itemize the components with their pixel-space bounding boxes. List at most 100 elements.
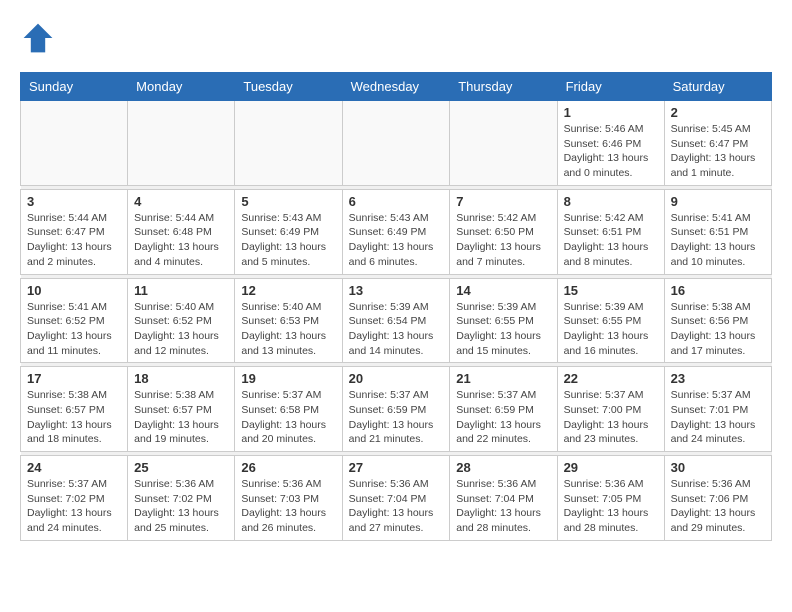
day-number: 20: [349, 371, 444, 386]
calendar-cell: 23 Sunrise: 5:37 AM Sunset: 7:01 PM Dayli…: [664, 367, 771, 452]
day-info: Sunrise: 5:36 AM Sunset: 7:02 PM Dayligh…: [134, 477, 228, 536]
day-number: 10: [27, 283, 121, 298]
day-info: Sunrise: 5:39 AM Sunset: 6:54 PM Dayligh…: [349, 300, 444, 359]
weekday-header: Wednesday: [342, 73, 450, 101]
calendar-cell: [342, 101, 450, 186]
day-number: 8: [564, 194, 658, 209]
calendar-cell: 10 Sunrise: 5:41 AM Sunset: 6:52 PM Dayli…: [21, 278, 128, 363]
day-number: 9: [671, 194, 765, 209]
day-info: Sunrise: 5:44 AM Sunset: 6:47 PM Dayligh…: [27, 211, 121, 270]
day-number: 30: [671, 460, 765, 475]
day-number: 26: [241, 460, 335, 475]
day-info: Sunrise: 5:38 AM Sunset: 6:57 PM Dayligh…: [27, 388, 121, 447]
day-number: 25: [134, 460, 228, 475]
day-info: Sunrise: 5:39 AM Sunset: 6:55 PM Dayligh…: [564, 300, 658, 359]
calendar-cell: 13 Sunrise: 5:39 AM Sunset: 6:54 PM Dayli…: [342, 278, 450, 363]
calendar-cell: 5 Sunrise: 5:43 AM Sunset: 6:49 PM Daylig…: [235, 189, 342, 274]
calendar-cell: 29 Sunrise: 5:36 AM Sunset: 7:05 PM Dayli…: [557, 456, 664, 541]
day-info: Sunrise: 5:40 AM Sunset: 6:53 PM Dayligh…: [241, 300, 335, 359]
day-info: Sunrise: 5:36 AM Sunset: 7:03 PM Dayligh…: [241, 477, 335, 536]
day-info: Sunrise: 5:46 AM Sunset: 6:46 PM Dayligh…: [564, 122, 658, 181]
day-info: Sunrise: 5:41 AM Sunset: 6:52 PM Dayligh…: [27, 300, 121, 359]
calendar-cell: 11 Sunrise: 5:40 AM Sunset: 6:52 PM Dayli…: [128, 278, 235, 363]
calendar-week-row: 3 Sunrise: 5:44 AM Sunset: 6:47 PM Daylig…: [21, 189, 772, 274]
calendar-cell: 21Sunrise: 5:37 AM Sunset: 6:59 PM Dayli…: [450, 367, 557, 452]
calendar-cell: 18 Sunrise: 5:38 AM Sunset: 6:57 PM Dayli…: [128, 367, 235, 452]
calendar-cell: 30 Sunrise: 5:36 AM Sunset: 7:06 PM Dayli…: [664, 456, 771, 541]
day-number: 22: [564, 371, 658, 386]
day-number: 11: [134, 283, 228, 298]
day-info: Sunrise: 5:38 AM Sunset: 6:57 PM Dayligh…: [134, 388, 228, 447]
calendar-cell: 16Sunrise: 5:38 AM Sunset: 6:56 PM Dayli…: [664, 278, 771, 363]
calendar-cell: 28Sunrise: 5:36 AM Sunset: 7:04 PM Dayli…: [450, 456, 557, 541]
day-number: 3: [27, 194, 121, 209]
day-info: Sunrise: 5:37 AM Sunset: 6:59 PM Dayligh…: [349, 388, 444, 447]
day-info: Sunrise: 5:43 AM Sunset: 6:49 PM Dayligh…: [349, 211, 444, 270]
day-info: Sunrise: 5:39 AM Sunset: 6:55 PM Dayligh…: [456, 300, 550, 359]
calendar-cell: 25 Sunrise: 5:36 AM Sunset: 7:02 PM Dayli…: [128, 456, 235, 541]
day-number: 5: [241, 194, 335, 209]
day-info: Sunrise: 5:37 AM Sunset: 7:01 PM Dayligh…: [671, 388, 765, 447]
logo: [20, 20, 62, 56]
day-number: 12: [241, 283, 335, 298]
day-number: 23: [671, 371, 765, 386]
day-info: Sunrise: 5:42 AM Sunset: 6:51 PM Dayligh…: [564, 211, 658, 270]
day-info: Sunrise: 5:41 AM Sunset: 6:51 PM Dayligh…: [671, 211, 765, 270]
logo-icon: [20, 20, 56, 56]
weekday-header: Thursday: [450, 73, 557, 101]
day-number: 28: [456, 460, 550, 475]
page-header: [20, 20, 772, 56]
calendar-cell: 20 Sunrise: 5:37 AM Sunset: 6:59 PM Dayli…: [342, 367, 450, 452]
calendar-cell: 3 Sunrise: 5:44 AM Sunset: 6:47 PM Daylig…: [21, 189, 128, 274]
calendar-cell: 27Sunrise: 5:36 AM Sunset: 7:04 PM Dayli…: [342, 456, 450, 541]
day-number: 6: [349, 194, 444, 209]
calendar-cell: [450, 101, 557, 186]
weekday-header: Tuesday: [235, 73, 342, 101]
day-info: Sunrise: 5:36 AM Sunset: 7:05 PM Dayligh…: [564, 477, 658, 536]
day-info: Sunrise: 5:43 AM Sunset: 6:49 PM Dayligh…: [241, 211, 335, 270]
day-number: 29: [564, 460, 658, 475]
day-number: 15: [564, 283, 658, 298]
calendar-week-row: 1 Sunrise: 5:46 AM Sunset: 6:46 PM Daylig…: [21, 101, 772, 186]
day-number: 4: [134, 194, 228, 209]
day-info: Sunrise: 5:36 AM Sunset: 7:06 PM Dayligh…: [671, 477, 765, 536]
day-info: Sunrise: 5:37 AM Sunset: 7:02 PM Dayligh…: [27, 477, 121, 536]
calendar-cell: 4 Sunrise: 5:44 AM Sunset: 6:48 PM Daylig…: [128, 189, 235, 274]
day-info: Sunrise: 5:40 AM Sunset: 6:52 PM Dayligh…: [134, 300, 228, 359]
calendar-cell: 2 Sunrise: 5:45 AM Sunset: 6:47 PM Daylig…: [664, 101, 771, 186]
calendar-cell: 17 Sunrise: 5:38 AM Sunset: 6:57 PM Dayli…: [21, 367, 128, 452]
day-number: 2: [671, 105, 765, 120]
calendar-cell: 6 Sunrise: 5:43 AM Sunset: 6:49 PM Daylig…: [342, 189, 450, 274]
weekday-header: Monday: [128, 73, 235, 101]
day-number: 7: [456, 194, 550, 209]
day-info: Sunrise: 5:44 AM Sunset: 6:48 PM Dayligh…: [134, 211, 228, 270]
calendar-table: SundayMondayTuesdayWednesdayThursdayFrid…: [20, 72, 772, 541]
day-number: 27: [349, 460, 444, 475]
day-number: 14: [456, 283, 550, 298]
calendar-cell: 22Sunrise: 5:37 AM Sunset: 7:00 PM Dayli…: [557, 367, 664, 452]
day-number: 1: [564, 105, 658, 120]
day-number: 18: [134, 371, 228, 386]
calendar-header-row: SundayMondayTuesdayWednesdayThursdayFrid…: [21, 73, 772, 101]
day-number: 19: [241, 371, 335, 386]
day-info: Sunrise: 5:37 AM Sunset: 6:58 PM Dayligh…: [241, 388, 335, 447]
calendar-cell: 14 Sunrise: 5:39 AM Sunset: 6:55 PM Dayli…: [450, 278, 557, 363]
day-info: Sunrise: 5:45 AM Sunset: 6:47 PM Dayligh…: [671, 122, 765, 181]
calendar-cell: [128, 101, 235, 186]
calendar-cell: 12 Sunrise: 5:40 AM Sunset: 6:53 PM Dayli…: [235, 278, 342, 363]
calendar-cell: 7 Sunrise: 5:42 AM Sunset: 6:50 PM Daylig…: [450, 189, 557, 274]
calendar-cell: 1 Sunrise: 5:46 AM Sunset: 6:46 PM Daylig…: [557, 101, 664, 186]
calendar-cell: 26 Sunrise: 5:36 AM Sunset: 7:03 PM Dayli…: [235, 456, 342, 541]
weekday-header: Sunday: [21, 73, 128, 101]
calendar-week-row: 24 Sunrise: 5:37 AM Sunset: 7:02 PM Dayli…: [21, 456, 772, 541]
calendar-cell: 24 Sunrise: 5:37 AM Sunset: 7:02 PM Dayli…: [21, 456, 128, 541]
weekday-header: Saturday: [664, 73, 771, 101]
day-info: Sunrise: 5:38 AM Sunset: 6:56 PM Dayligh…: [671, 300, 765, 359]
day-number: 17: [27, 371, 121, 386]
day-info: Sunrise: 5:42 AM Sunset: 6:50 PM Dayligh…: [456, 211, 550, 270]
calendar-cell: 8 Sunrise: 5:42 AM Sunset: 6:51 PM Daylig…: [557, 189, 664, 274]
day-number: 24: [27, 460, 121, 475]
day-number: 13: [349, 283, 444, 298]
day-info: Sunrise: 5:37 AM Sunset: 6:59 PM Dayligh…: [456, 388, 550, 447]
calendar-cell: [235, 101, 342, 186]
